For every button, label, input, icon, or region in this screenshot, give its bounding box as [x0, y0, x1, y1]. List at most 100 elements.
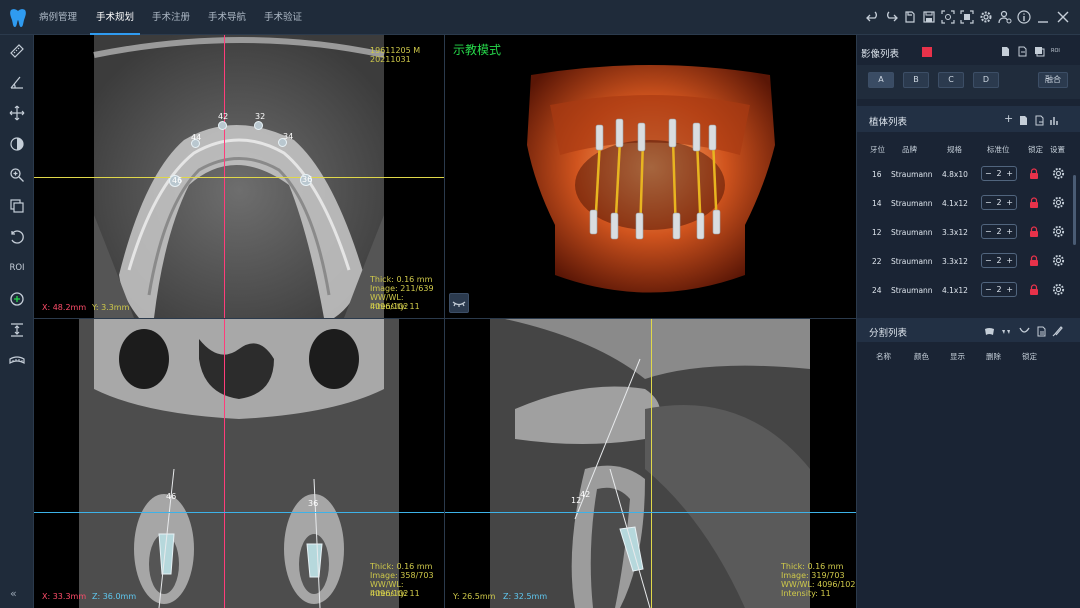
std-position-stepper[interactable]: −2 + — [981, 282, 1017, 297]
roi-tool[interactable]: ROI — [7, 258, 27, 278]
redo-icon[interactable] — [884, 10, 898, 24]
stepper-plus[interactable]: + — [1006, 225, 1013, 238]
gear-icon[interactable] — [1052, 254, 1065, 267]
stepper-plus[interactable]: + — [1006, 196, 1013, 209]
copy-icon[interactable] — [1034, 46, 1045, 57]
col-header-color: 颜色 — [914, 352, 929, 361]
coronal-crosshair-vertical[interactable] — [224, 319, 225, 608]
segment-file-icon[interactable] — [1036, 326, 1047, 337]
stepper-value: 2 — [996, 169, 1002, 178]
table-row[interactable]: 16 Straumann 4.8x10 −2 + — [857, 160, 1073, 189]
move-icon[interactable] — [7, 103, 27, 123]
view-button-a[interactable]: A — [868, 72, 894, 88]
sagittal-viewport[interactable]: 12 42 Thick: 0.16 mm Image: 319/703 WW/W… — [445, 319, 856, 608]
lock-icon[interactable] — [1029, 226, 1039, 237]
gear-icon[interactable] — [1052, 196, 1065, 209]
nerve-segment-icon[interactable] — [1019, 326, 1030, 337]
viewport-divider[interactable] — [444, 35, 445, 608]
stepper-plus[interactable]: + — [1006, 254, 1013, 267]
import-icon[interactable] — [1000, 46, 1011, 57]
tab-surgical-planning[interactable]: 手术规划 — [90, 0, 141, 35]
tab-case-management[interactable]: 病例管理 — [33, 0, 83, 35]
intensity: Intensity: 11 — [370, 589, 420, 598]
implant-export-icon[interactable] — [1034, 115, 1045, 126]
gear-icon[interactable] — [1052, 225, 1065, 238]
stepper-minus[interactable]: − — [985, 167, 992, 180]
tab-surgical-registration[interactable]: 手术注册 — [146, 0, 196, 35]
coronal-viewport[interactable]: 46 36 Thick: 0.16 mm Image: 358/703 WW/W… — [34, 319, 444, 608]
rotate-icon[interactable] — [7, 227, 27, 247]
roi-icon[interactable]: ROI — [1051, 46, 1062, 57]
image-color-swatch[interactable] — [922, 47, 932, 57]
stepper-minus[interactable]: − — [985, 225, 992, 238]
std-position-stepper[interactable]: −2 + — [981, 253, 1017, 268]
stepper-minus[interactable]: − — [985, 196, 992, 209]
tab-surgical-navigation[interactable]: 手术导航 — [202, 0, 252, 35]
lock-icon[interactable] — [1029, 197, 1039, 208]
stepper-minus[interactable]: − — [985, 283, 992, 296]
std-position-stepper[interactable]: −2 + — [981, 224, 1017, 239]
coord-z: Z: 36.0mm — [92, 592, 137, 601]
screenshot-icon[interactable] — [941, 10, 955, 24]
crosshair-icon[interactable] — [7, 289, 27, 309]
axial-crosshair-horizontal[interactable] — [34, 177, 444, 178]
gear-icon[interactable] — [1052, 167, 1065, 180]
info-icon[interactable] — [1017, 10, 1031, 24]
3d-render-viewport[interactable]: 示教模式 — [445, 35, 856, 318]
std-position-stepper[interactable]: −2 + — [981, 195, 1017, 210]
implant-list-scrollbar[interactable] — [1073, 175, 1076, 245]
stepper-plus[interactable]: + — [1006, 283, 1013, 296]
std-position-stepper[interactable]: −2 + — [981, 166, 1017, 181]
implant-brand: Straumann — [891, 170, 933, 179]
panoramic-icon[interactable] — [7, 351, 27, 371]
lock-icon[interactable] — [1029, 255, 1039, 266]
intensity: Intensity: 11 — [370, 302, 420, 311]
implant-stats-icon[interactable] — [1049, 115, 1060, 126]
viewport-divider[interactable] — [34, 318, 856, 319]
sagittal-crosshair-horizontal[interactable] — [445, 512, 856, 513]
implant-marker-32[interactable] — [254, 121, 263, 130]
view-button-b[interactable]: B — [903, 72, 929, 88]
slice-thickness-icon[interactable] — [7, 320, 27, 340]
minimize-icon[interactable] — [1036, 10, 1050, 24]
layers-icon[interactable] — [7, 196, 27, 216]
tooth-segment-icon[interactable] — [984, 326, 995, 337]
contrast-icon[interactable] — [7, 134, 27, 154]
stepper-minus[interactable]: − — [985, 254, 992, 267]
reset-icon[interactable] — [903, 10, 917, 24]
stepper-plus[interactable]: + — [1006, 167, 1013, 180]
fit-screen-icon[interactable] — [960, 10, 974, 24]
coronal-crosshair-horizontal[interactable] — [34, 512, 444, 513]
axial-viewport[interactable]: 42 32 44 34 46 36 19611205 M 20211031 Th… — [34, 35, 444, 318]
view-button-d[interactable]: D — [973, 72, 999, 88]
undo-icon[interactable] — [866, 10, 880, 24]
table-row[interactable]: 12 Straumann 3.3x12 −2 + — [857, 218, 1073, 247]
brush-icon[interactable] — [1052, 326, 1063, 337]
collapse-panel-button[interactable]: « — [10, 587, 17, 600]
tab-surgical-verification[interactable]: 手术验证 — [258, 0, 308, 35]
table-row[interactable]: 14 Straumann 4.1x12 −2 + — [857, 189, 1073, 218]
angle-icon[interactable] — [7, 72, 27, 92]
fuse-button[interactable]: 融合 — [1038, 72, 1068, 88]
ruler-icon[interactable] — [7, 41, 27, 61]
settings-icon[interactable] — [979, 10, 993, 24]
add-implant-icon[interactable]: + — [1004, 112, 1013, 125]
implant-list-title: 植体列表 — [869, 117, 908, 128]
export-icon[interactable] — [1017, 46, 1028, 57]
gear-icon[interactable] — [1052, 283, 1065, 296]
implant-marker-42[interactable] — [218, 121, 227, 130]
view-button-c[interactable]: C — [938, 72, 964, 88]
user-settings-icon[interactable] — [998, 10, 1012, 24]
implant-file-icon[interactable] — [1018, 115, 1029, 126]
close-icon[interactable] — [1056, 10, 1070, 24]
zoom-icon[interactable] — [7, 165, 27, 185]
teeth-segment-icon[interactable] — [1001, 326, 1012, 337]
sagittal-crosshair-vertical[interactable] — [651, 319, 652, 608]
lock-icon[interactable] — [1029, 284, 1039, 295]
save-icon[interactable] — [922, 10, 936, 24]
eye-toggle-icon[interactable] — [449, 293, 469, 313]
lock-icon[interactable] — [1029, 168, 1039, 179]
table-row[interactable]: 24 Straumann 4.1x12 −2 + — [857, 276, 1073, 300]
table-row[interactable]: 22 Straumann 3.3x12 −2 + — [857, 247, 1073, 276]
coord-x: X: 48.2mm — [42, 303, 87, 312]
